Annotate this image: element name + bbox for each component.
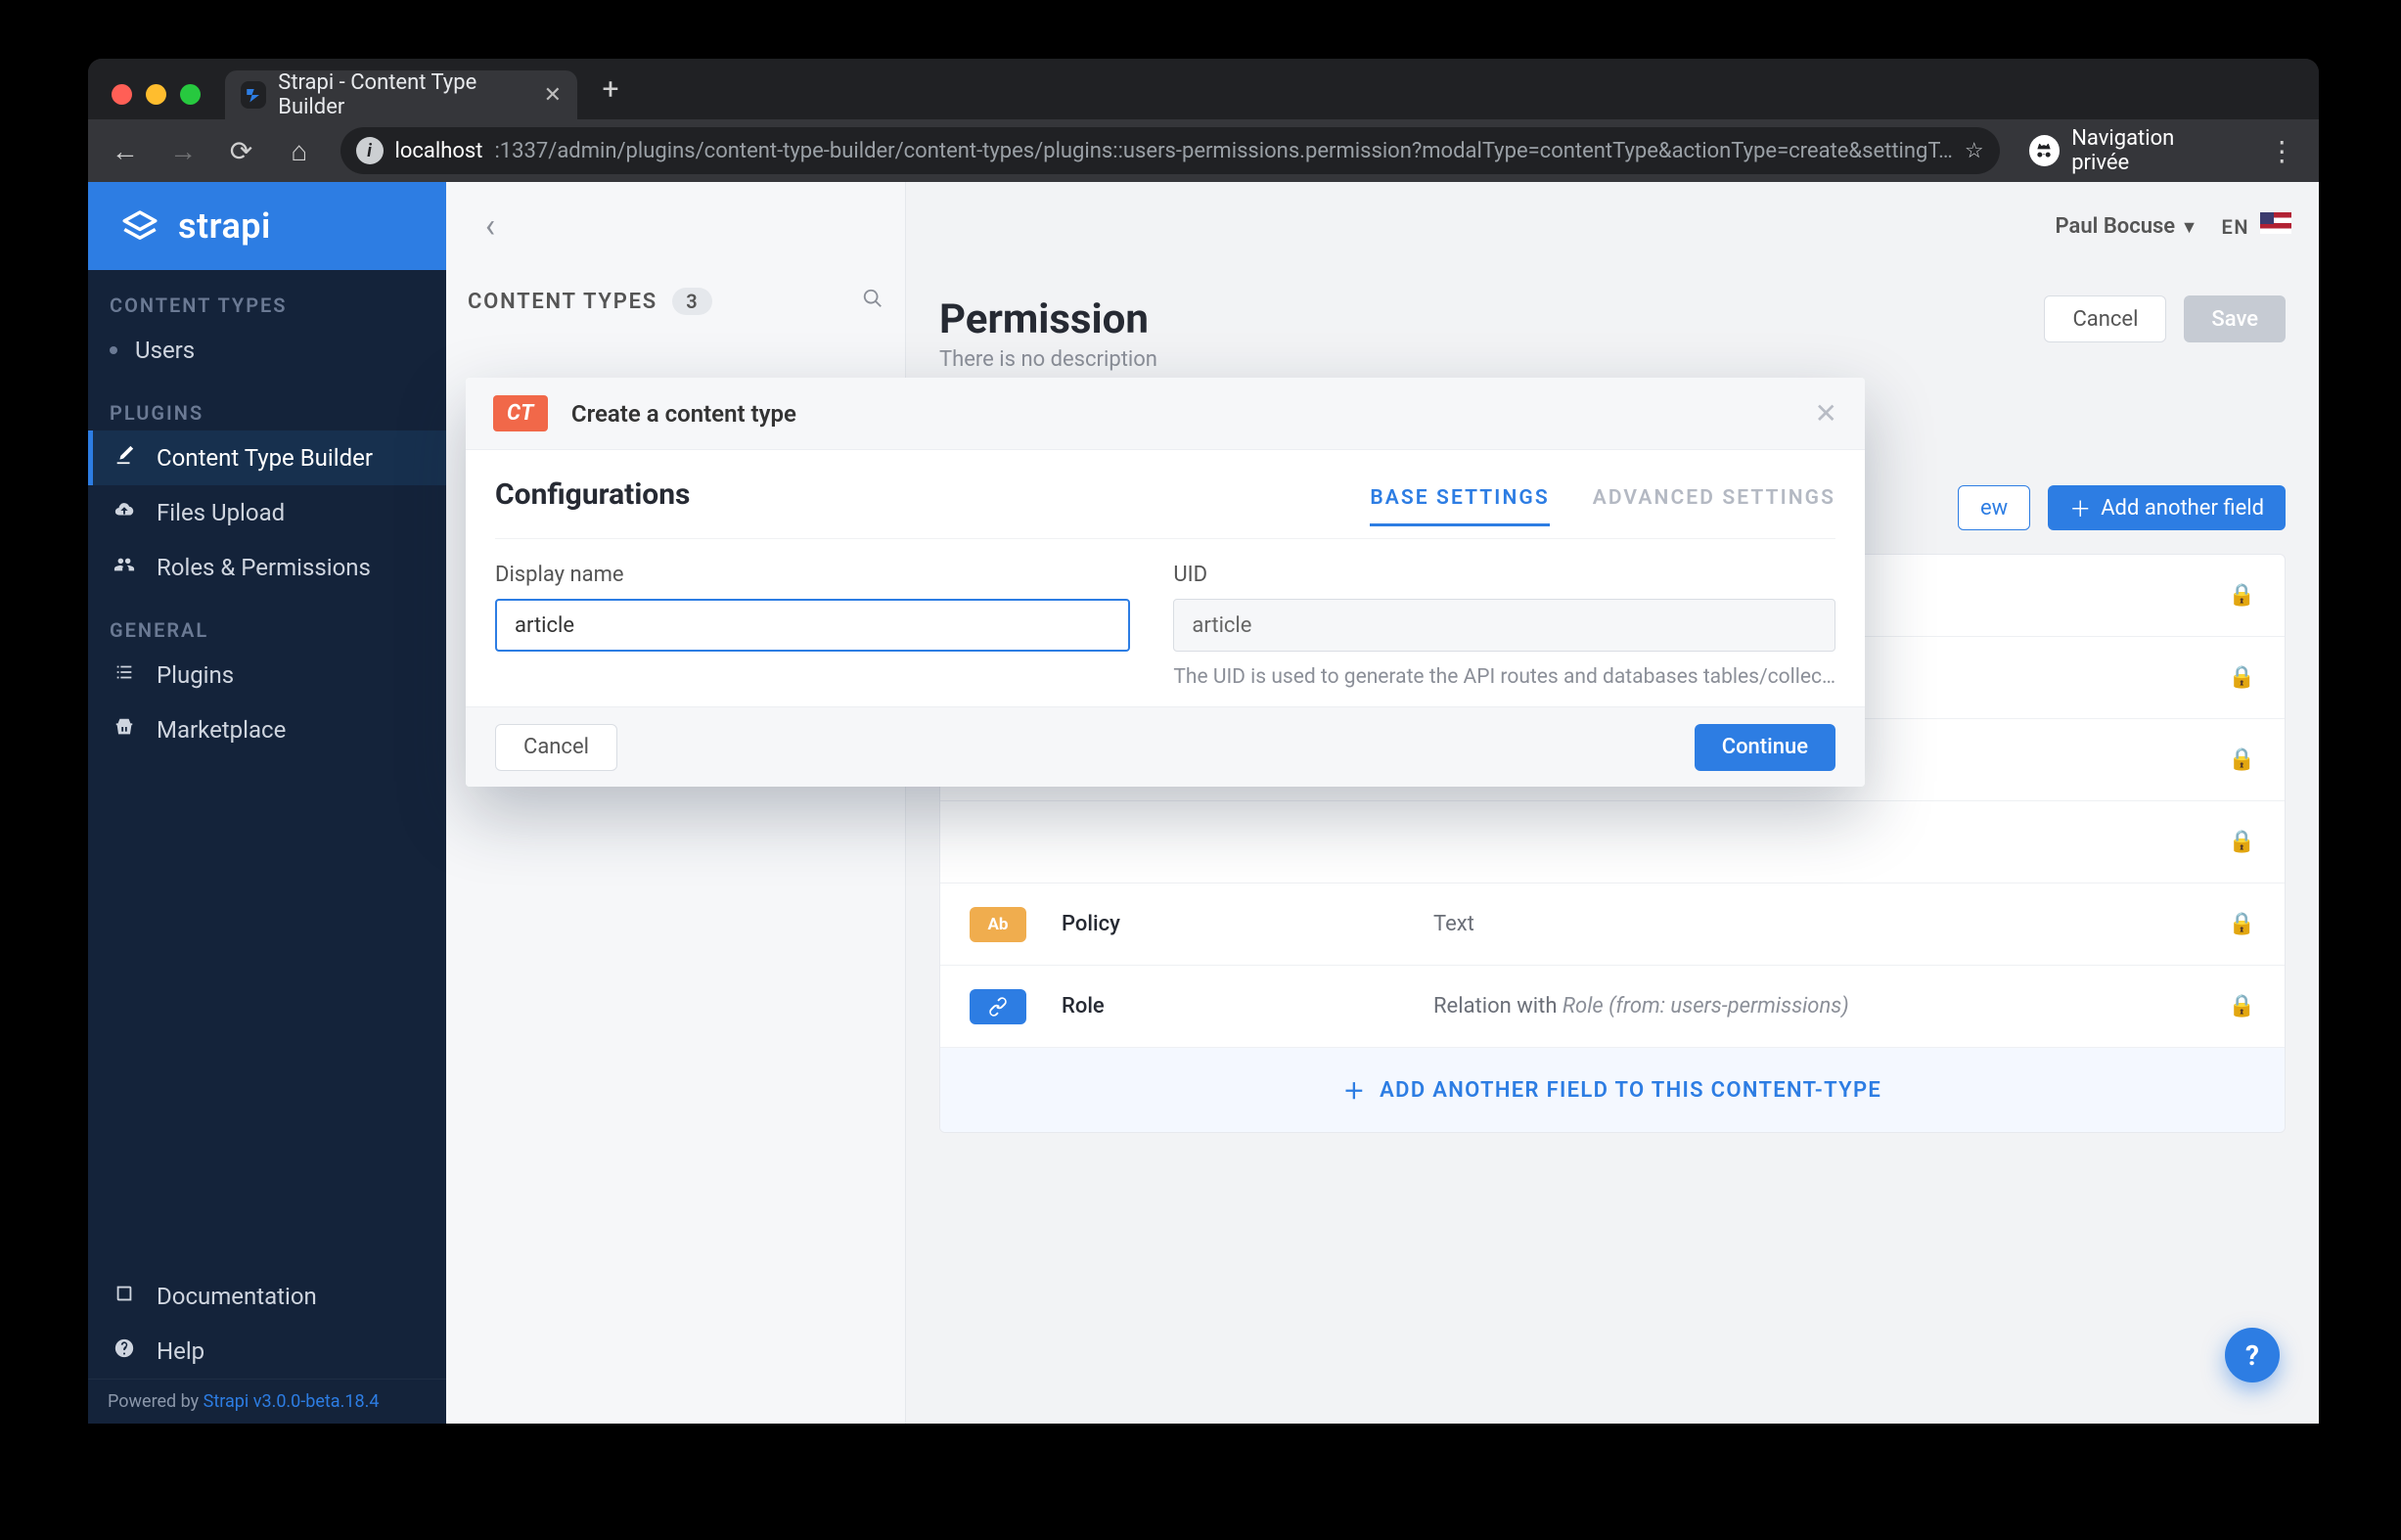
nav-back-icon[interactable]: ← — [100, 125, 150, 176]
modal-continue-button[interactable]: Continue — [1695, 724, 1835, 771]
url-host: localhost — [395, 139, 483, 163]
tab-close-icon[interactable]: ✕ — [544, 83, 562, 108]
macos-traffic-lights — [112, 84, 201, 105]
modal-overlay: CT Create a content type ✕ Configuration… — [88, 182, 2319, 1424]
browser-tab-title: Strapi - Content Type Builder — [278, 70, 531, 119]
ct-badge-icon: CT — [493, 395, 548, 431]
tab-advanced-settings[interactable]: ADVANCED SETTINGS — [1593, 486, 1835, 526]
help-fab-button[interactable]: ? — [2225, 1328, 2280, 1382]
browser-toolbar: ← → ⟳ ⌂ i localhost :1337/admin/plugins/… — [88, 119, 2319, 182]
modal-header: CT Create a content type ✕ — [466, 378, 1865, 450]
favicon-icon — [241, 81, 266, 109]
url-path: :1337/admin/plugins/content-type-builder… — [494, 139, 1952, 163]
browser-tab[interactable]: Strapi - Content Type Builder ✕ — [225, 70, 577, 119]
browser-menu-icon[interactable]: ⋮ — [2257, 125, 2307, 176]
create-content-type-modal: CT Create a content type ✕ Configuration… — [466, 378, 1865, 787]
window-zoom-icon[interactable] — [180, 84, 201, 105]
incognito-indicator[interactable]: Navigation privée — [2016, 126, 2249, 175]
incognito-icon — [2029, 135, 2061, 166]
site-info-icon[interactable]: i — [356, 137, 384, 164]
modal-cancel-button[interactable]: Cancel — [495, 724, 617, 771]
window-close-icon[interactable] — [112, 84, 132, 105]
incognito-label: Navigation privée — [2071, 126, 2235, 175]
close-icon[interactable]: ✕ — [1815, 397, 1837, 430]
bookmark-star-icon[interactable]: ☆ — [1965, 139, 1984, 163]
uid-hint: The UID is used to generate the API rout… — [1173, 665, 1835, 689]
nav-home-icon[interactable]: ⌂ — [274, 125, 324, 176]
tab-base-settings[interactable]: BASE SETTINGS — [1370, 486, 1549, 526]
browser-tab-strip: Strapi - Content Type Builder ✕ + — [88, 59, 2319, 119]
uid-input[interactable] — [1173, 599, 1835, 652]
display-name-label: Display name — [495, 563, 1130, 587]
modal-section-title: Configurations — [495, 477, 690, 512]
display-name-input[interactable] — [495, 599, 1130, 652]
uid-label: UID — [1173, 563, 1835, 587]
new-tab-button[interactable]: + — [589, 68, 632, 111]
modal-tabs: BASE SETTINGS ADVANCED SETTINGS — [1370, 486, 1835, 526]
url-bar[interactable]: i localhost :1337/admin/plugins/content-… — [340, 127, 2000, 174]
nav-forward-icon[interactable]: → — [158, 125, 207, 176]
window-minimize-icon[interactable] — [146, 84, 166, 105]
modal-title: Create a content type — [571, 400, 796, 428]
nav-reload-icon[interactable]: ⟳ — [216, 125, 266, 176]
